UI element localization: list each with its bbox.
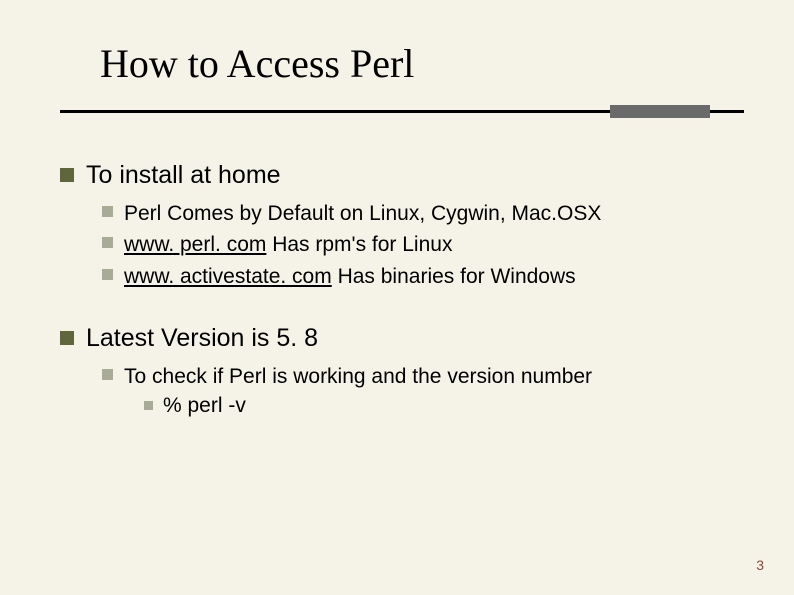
square-bullet-icon (60, 168, 74, 182)
square-bullet-icon (144, 401, 153, 410)
list-item-label: www. activestate. com Has binaries for W… (124, 263, 576, 290)
list-item-label: To check if Perl is working and the vers… (124, 363, 592, 390)
list-item-text: Has binaries for Windows (332, 265, 576, 288)
list-item: Perl Comes by Default on Linux, Cygwin, … (102, 200, 744, 227)
list-item: Latest Version is 5. 8 (60, 324, 744, 353)
list-item: www. perl. com Has rpm's for Linux (102, 231, 744, 258)
link-activestate-com[interactable]: www. activestate. com (124, 265, 332, 288)
square-bullet-icon (102, 369, 113, 380)
page-number: 3 (756, 557, 764, 573)
link-perl-com[interactable]: www. perl. com (124, 233, 266, 256)
square-bullet-icon (102, 237, 113, 248)
list-item-label: Latest Version is 5. 8 (86, 324, 318, 353)
list-item-text: Has rpm's for Linux (266, 233, 452, 256)
slide-content: To install at home Perl Comes by Default… (60, 161, 744, 418)
square-bullet-icon (102, 269, 113, 280)
list-item-label: www. perl. com Has rpm's for Linux (124, 231, 452, 258)
square-bullet-icon (60, 331, 74, 345)
spacer (60, 294, 744, 324)
slide: How to Access Perl To install at home Pe… (0, 0, 794, 595)
list-item-label: % perl -v (163, 394, 246, 418)
list-item: To install at home (60, 161, 744, 190)
list-item-label: To install at home (86, 161, 281, 190)
title-rule (60, 105, 744, 121)
list-item: % perl -v (144, 394, 744, 418)
list-item-label: Perl Comes by Default on Linux, Cygwin, … (124, 200, 601, 227)
list-item: www. activestate. com Has binaries for W… (102, 263, 744, 290)
rule-accent (610, 105, 710, 118)
square-bullet-icon (102, 206, 113, 217)
slide-title: How to Access Perl (100, 40, 744, 87)
list-item: To check if Perl is working and the vers… (102, 363, 744, 390)
